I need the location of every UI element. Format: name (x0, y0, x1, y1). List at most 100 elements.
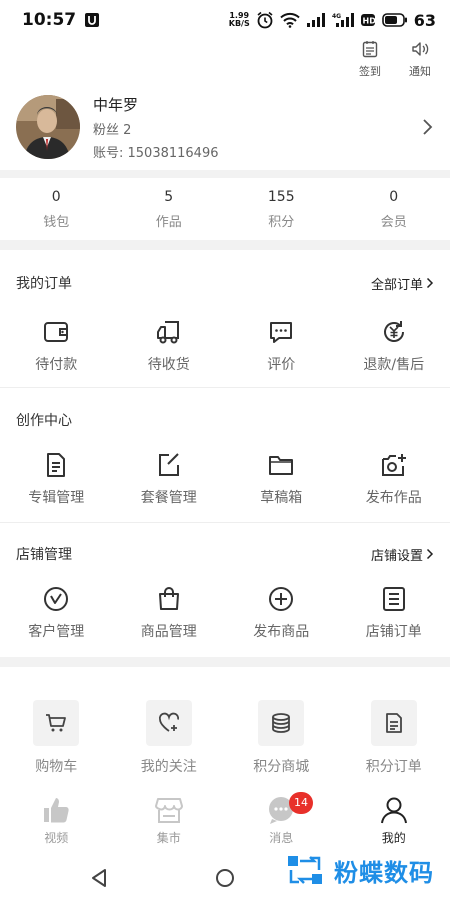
wallet-icon (42, 318, 70, 346)
notification-button[interactable]: 通知 (404, 40, 436, 79)
publish-product-label: 发布商品 (253, 624, 310, 640)
nav-mine[interactable]: 我的 (338, 795, 450, 851)
notification-label: 通知 (409, 65, 431, 78)
status-bar: 10:57 1.99 KB/S 4G HD 63 (0, 0, 450, 40)
watermark-logo-icon (286, 852, 328, 888)
stat-value: 5 (164, 188, 174, 205)
product-management[interactable]: 商品管理 (113, 585, 226, 641)
orders-title: 我的订单 (16, 276, 72, 292)
thumbs-up-icon (41, 795, 71, 825)
stat-value: 155 (267, 188, 295, 205)
nav-video[interactable]: 视频 (0, 795, 113, 851)
heart-plus-icon (157, 711, 181, 735)
store-orders-label: 店铺订单 (365, 624, 422, 640)
stats-row: 0 钱包 5 作品 155 积分 0 会员 (0, 178, 450, 240)
profile-name: 中年罗 (93, 95, 139, 114)
stat-label: 积分 (268, 214, 295, 230)
svg-text:4G: 4G (332, 13, 341, 20)
album-management[interactable]: 专辑管理 (0, 451, 113, 507)
stat-label: 作品 (155, 214, 182, 230)
nav-market[interactable]: 集市 (113, 795, 226, 851)
nav-mine-label: 我的 (381, 831, 406, 845)
nav-messages[interactable]: 14 消息 (225, 792, 338, 851)
stat-works[interactable]: 5 作品 (113, 178, 226, 240)
shopping-cart[interactable]: 购物车 (0, 700, 113, 776)
message-badge: 14 (289, 792, 313, 814)
order-pending-payment-label: 待付款 (35, 357, 78, 373)
points-mall[interactable]: 积分商城 (225, 700, 338, 776)
stat-label: 会员 (380, 214, 407, 230)
drafts[interactable]: 草稿箱 (225, 451, 338, 507)
drafts-label: 草稿箱 (260, 490, 303, 506)
checkin-icon (361, 40, 379, 58)
stat-points[interactable]: 155 积分 (225, 178, 338, 240)
watermark: 粉蝶数码 (286, 852, 434, 888)
alarm-icon (256, 11, 274, 29)
system-nav-bar: 粉蝶数码 (0, 852, 450, 900)
order-pending-payment[interactable]: 待付款 (0, 318, 113, 374)
checkin-button[interactable]: 签到 (354, 40, 386, 79)
store-orders[interactable]: 店铺订单 (338, 585, 450, 641)
battery-icon (381, 13, 408, 27)
cart-icon (44, 711, 68, 735)
divider (0, 387, 450, 388)
publish-work[interactable]: 发布作品 (338, 451, 450, 507)
comment-icon (267, 318, 295, 346)
delivery-truck-icon (155, 318, 183, 346)
publish-work-label: 发布作品 (365, 490, 422, 506)
points-mall-label: 积分商城 (253, 759, 310, 775)
points-orders[interactable]: 积分订单 (338, 700, 450, 776)
profile-card[interactable]: 中年罗 粉丝 2 账号: 15038116496 (0, 84, 450, 170)
home-icon[interactable] (215, 868, 235, 888)
back-icon[interactable] (90, 868, 108, 888)
nav-video-label: 视频 (44, 831, 69, 845)
creation-section: 创作中心 专辑管理 套餐管理 草稿箱 发布作品 (0, 395, 450, 507)
avatar[interactable] (16, 95, 80, 159)
product-management-label: 商品管理 (140, 624, 197, 640)
order-pending-delivery[interactable]: 待收货 (113, 318, 226, 374)
speaker-icon (411, 40, 429, 58)
signal-4g-icon: 4G (332, 12, 354, 28)
order-review[interactable]: 评价 (225, 318, 338, 374)
all-orders-label: 全部订单 (370, 277, 423, 293)
hd-icon: HD (360, 12, 376, 28)
stat-value: 0 (389, 188, 399, 205)
stat-wallet[interactable]: 0 钱包 (0, 178, 113, 240)
bottom-nav: 视频 集市 14 消息 我的 (0, 792, 450, 851)
profile-fans: 粉丝 2 (93, 122, 132, 138)
stat-membership[interactable]: 0 会员 (338, 178, 450, 240)
section-divider (0, 657, 450, 667)
creation-title: 创作中心 (16, 413, 72, 429)
publish-product[interactable]: 发布商品 (225, 585, 338, 641)
customer-management[interactable]: 客户管理 (0, 585, 113, 641)
person-icon (379, 795, 409, 825)
plus-circle-icon (267, 585, 295, 613)
chevron-right-icon[interactable] (422, 118, 434, 136)
my-follows-label: 我的关注 (140, 759, 197, 775)
shopping-cart-label: 购物车 (35, 759, 78, 775)
order-refund[interactable]: 退款/售后 (338, 318, 450, 374)
customer-management-label: 客户管理 (28, 624, 85, 640)
nav-messages-label: 消息 (269, 831, 294, 845)
edit-icon (155, 451, 183, 479)
compass-icon (42, 585, 70, 613)
points-order-icon (382, 711, 406, 735)
section-divider (0, 240, 450, 250)
order-list-icon (380, 585, 408, 613)
shopping-bag-icon (155, 585, 183, 613)
store-section: 店铺管理 店铺设置 客户管理 商品管理 发布商品 店铺订单 (0, 529, 450, 641)
order-review-label: 评价 (267, 357, 296, 373)
signal-icon (306, 12, 326, 28)
divider (0, 522, 450, 523)
order-refund-label: 退款/售后 (363, 357, 425, 373)
folder-icon (267, 451, 295, 479)
stat-label: 钱包 (43, 214, 70, 230)
package-management[interactable]: 套餐管理 (113, 451, 226, 507)
document-icon (42, 451, 70, 479)
profile-account: 账号: 15038116496 (93, 145, 219, 161)
my-follows[interactable]: 我的关注 (113, 700, 226, 776)
package-management-label: 套餐管理 (140, 490, 197, 506)
all-orders-link[interactable]: 全部订单 (371, 274, 434, 293)
watermark-text: 粉蝶数码 (334, 858, 434, 887)
store-settings-link[interactable]: 店铺设置 (371, 545, 434, 564)
